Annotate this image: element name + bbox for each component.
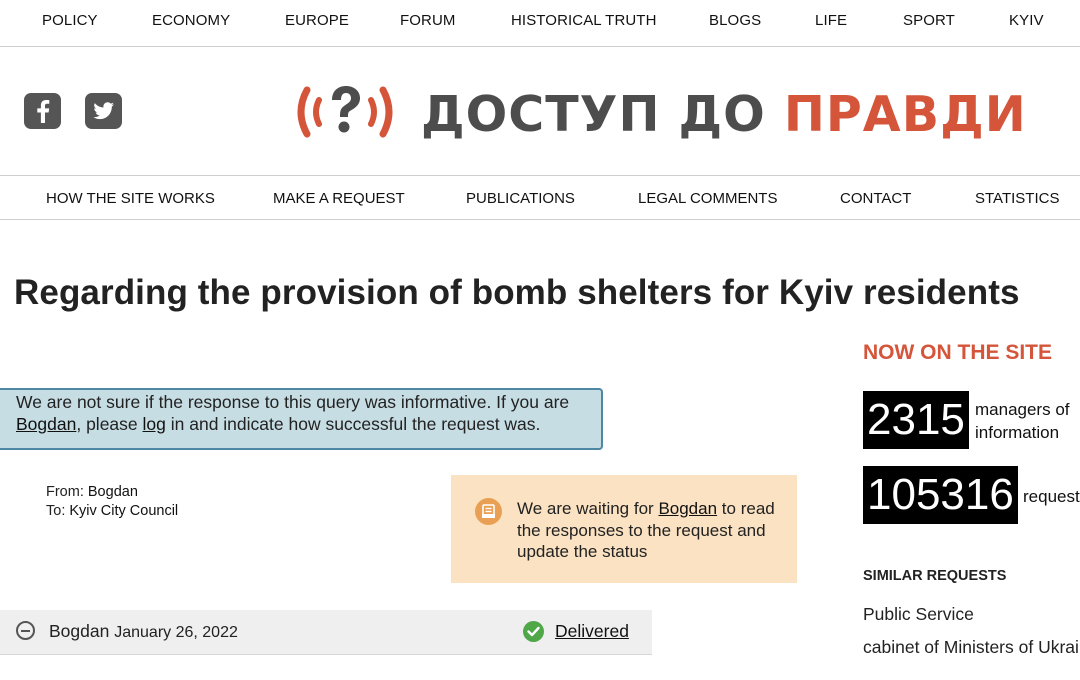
- top-nav-blogs[interactable]: BLOGS: [709, 12, 761, 29]
- stat-label-managers: managers of information: [975, 398, 1070, 444]
- similar-request-item[interactable]: cabinet of Ministers of Ukraine: [863, 637, 1080, 658]
- request-from: From: Bogdan: [46, 483, 178, 502]
- notice-text-3: in and indicate how successful the reque…: [170, 413, 541, 434]
- top-nav-europe[interactable]: EUROPE: [285, 12, 349, 29]
- message-date: January 26, 2022: [114, 624, 238, 641]
- page-title: Regarding the provision of bomb shelters…: [14, 273, 1020, 312]
- similar-requests-title: SIMILAR REQUESTS: [863, 568, 1007, 584]
- facebook-icon[interactable]: [24, 93, 61, 129]
- message-header: Bogdan January 26, 2022 Delivered: [0, 610, 652, 655]
- from-value: Bogdan: [87, 484, 138, 500]
- stat-label-managers-line1: managers of: [975, 400, 1070, 419]
- request-parties: From: Bogdan To: Kyiv City Council: [46, 483, 178, 521]
- nav-publications[interactable]: PUBLICATIONS: [466, 190, 575, 207]
- message-author: Bogdan: [49, 621, 110, 641]
- top-nav-kyiv[interactable]: KYIV: [1009, 12, 1044, 29]
- twitter-icon[interactable]: [85, 93, 122, 129]
- top-nav-sport[interactable]: SPORT: [903, 12, 955, 29]
- to-value: Kyiv City Council: [69, 503, 179, 519]
- logo-wordmark: ДОСТУП ДО ПРАВДИ: [421, 86, 1027, 143]
- message-meta: Bogdan January 26, 2022: [49, 621, 238, 642]
- nav-contact[interactable]: CONTACT: [840, 190, 911, 207]
- stat-counter-requests: 105316: [863, 466, 1018, 524]
- top-nav-historical-truth[interactable]: HISTORICAL TRUTH: [511, 12, 657, 29]
- notice-text-2: , please: [76, 413, 138, 434]
- main-navigation: HOW THE SITE WORKS MAKE A REQUEST PUBLIC…: [0, 175, 1080, 220]
- nav-make-a-request[interactable]: MAKE A REQUEST: [273, 190, 405, 207]
- logo-word-1: ДОСТУП ДО: [421, 86, 766, 143]
- stat-counter-managers: 2315: [863, 391, 969, 449]
- top-nav-life[interactable]: LIFE: [815, 12, 847, 29]
- inbox-icon: [475, 498, 502, 525]
- top-navigation: POLICY ECONOMY EUROPE FORUM HISTORICAL T…: [0, 0, 1080, 47]
- site-header: ДОСТУП ДО ПРАВДИ: [0, 47, 1080, 175]
- similar-request-item[interactable]: Public Service: [863, 604, 974, 625]
- collapse-icon[interactable]: [16, 621, 35, 640]
- status-user-link[interactable]: Bogdan: [658, 499, 717, 518]
- notice-user-link[interactable]: Bogdan: [16, 414, 76, 434]
- status-text-1: We are waiting for: [517, 499, 654, 518]
- status-box: We are waiting for Bogdan to read the re…: [451, 475, 797, 583]
- check-icon: [523, 621, 544, 642]
- notice-log-link[interactable]: log: [143, 414, 166, 434]
- request-to: To: Kyiv City Council: [46, 502, 178, 521]
- delivery-status-link[interactable]: Delivered: [555, 621, 629, 642]
- notice-text-1: We are not sure if the response to this …: [16, 392, 570, 412]
- top-nav-forum[interactable]: FORUM: [400, 12, 456, 29]
- notice-box: We are not sure if the response to this …: [0, 388, 603, 450]
- status-text: We are waiting for Bogdan to read the re…: [474, 498, 779, 563]
- from-label: From:: [46, 484, 84, 500]
- logo-signal-icon: [297, 86, 393, 138]
- top-nav-policy[interactable]: POLICY: [42, 12, 98, 29]
- stat-label-requests: requests: [1023, 487, 1080, 506]
- nav-statistics[interactable]: STATISTICS: [975, 190, 1059, 207]
- sidebar-title: NOW ON THE SITE: [863, 341, 1052, 364]
- nav-legal-comments[interactable]: LEGAL COMMENTS: [638, 190, 777, 207]
- to-label: To:: [46, 503, 66, 519]
- top-nav-economy[interactable]: ECONOMY: [152, 12, 230, 29]
- stat-label-managers-line2: information: [975, 423, 1060, 442]
- nav-how-the-site-works[interactable]: HOW THE SITE WORKS: [46, 190, 215, 207]
- logo-word-2: ПРАВДИ: [783, 86, 1027, 143]
